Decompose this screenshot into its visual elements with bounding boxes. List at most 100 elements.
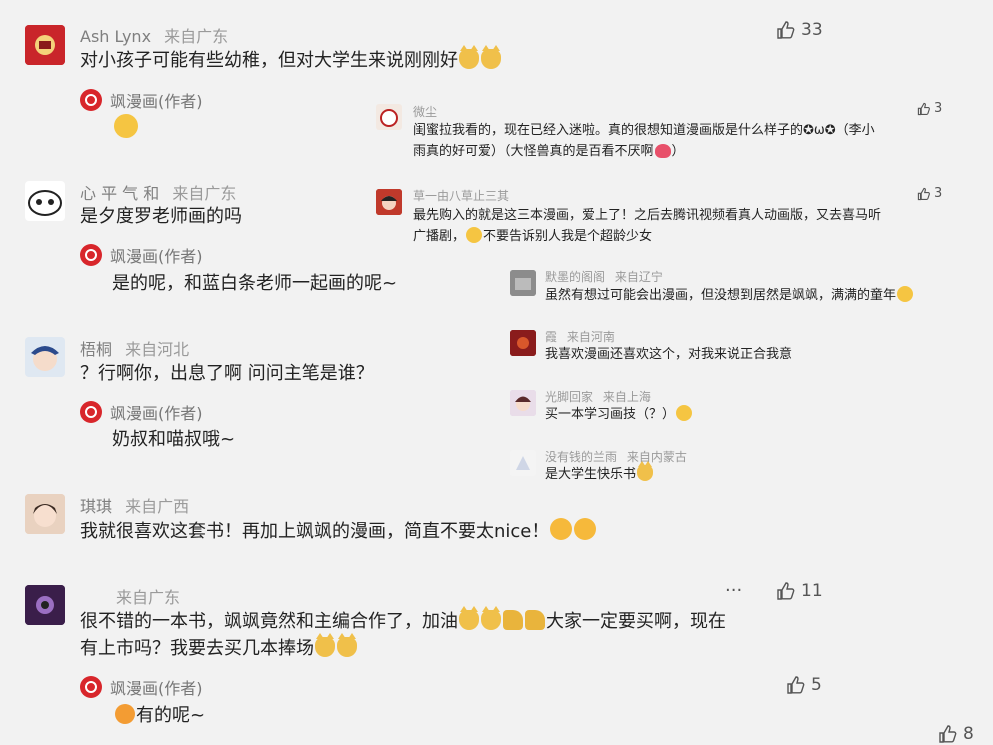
avatar[interactable] [376, 104, 402, 130]
user-nickname[interactable]: 琪琪 [80, 497, 112, 516]
user-location: 来自河南 [566, 330, 615, 344]
reply-text: 是的呢，和蓝白条老师一起画的呢~ [112, 273, 398, 294]
comment-text: 是夕度罗老师画的吗 [80, 206, 242, 227]
avatar-image [25, 25, 65, 65]
comment-author: 琪琪 来自广西 [80, 493, 189, 517]
cat-emoji-icon [459, 606, 479, 630]
side-comment-text: 是大学生快乐书 [545, 461, 654, 485]
scared-emoji-icon [550, 518, 573, 540]
avatar[interactable] [25, 25, 65, 65]
avatar-image [31, 346, 59, 371]
avatar-image [376, 189, 402, 215]
author-name[interactable]: 飒漫画(作者) [110, 400, 203, 424]
comment-author: 来自广东 [80, 584, 180, 608]
avatar-image [510, 330, 536, 356]
author-reply: 飒漫画(作者) [80, 88, 203, 112]
side-comment-author: 没有钱的兰雨 来自内蒙古 [545, 448, 687, 465]
user-nickname[interactable]: Ash Lynx [80, 27, 151, 46]
comment-author: Ash Lynx 来自广东 [80, 23, 228, 47]
avatar[interactable] [510, 390, 536, 416]
side-comment-text: 我喜欢漫画还喜欢这个，对我来说正合我意 [545, 347, 793, 362]
like-count: 33 [801, 20, 823, 40]
cat-emoji-icon [481, 606, 501, 630]
like-count: 3 [934, 101, 943, 116]
like-count: 5 [811, 675, 822, 695]
comment-text-line2: 有上市吗？我要去买几本捧场 [80, 633, 358, 662]
crying-laugh-emoji-icon [114, 114, 138, 138]
avatar-image [25, 585, 65, 625]
user-nickname[interactable]: 没有钱的兰雨 [545, 450, 617, 464]
dizzy-emoji-icon [676, 405, 693, 421]
cat-emoji-icon [637, 461, 654, 481]
avatar[interactable] [25, 494, 65, 534]
reply-text: 奶叔和喵叔哦~ [112, 429, 236, 450]
thumbs-up-emoji-icon [503, 610, 523, 630]
user-nickname[interactable]: 梧桐 [80, 340, 112, 359]
author-reply: 飒漫画(作者) [80, 400, 203, 424]
cat-emoji-icon [315, 633, 335, 657]
thumbs-up-icon [939, 725, 957, 743]
side-comment-author[interactable]: 草一由八草止三其 [413, 187, 509, 204]
avatar-image [376, 104, 402, 130]
avatar[interactable] [510, 450, 536, 476]
avatar-image [25, 494, 65, 534]
user-location: 来自内蒙古 [626, 450, 687, 464]
weibo-author-icon [80, 89, 102, 111]
like-button[interactable]: 8 [938, 724, 974, 744]
author-reply: 飒漫画(作者) [80, 675, 203, 699]
cat-emoji-icon [459, 45, 479, 69]
like-button[interactable]: 11 [776, 581, 823, 601]
side-comment-text: 虽然有想过可能会出漫画，但没想到居然是飒飒，满满的童年 [545, 285, 914, 306]
thumbs-up-icon [777, 21, 795, 39]
scared-emoji-icon [574, 518, 597, 540]
like-button[interactable]: 3 [917, 186, 942, 201]
weibo-author-icon [80, 401, 102, 423]
like-count: 3 [934, 186, 943, 201]
avatar[interactable] [25, 181, 65, 221]
user-location: 来自河北 [125, 340, 190, 359]
like-button[interactable]: 5 [786, 675, 822, 695]
user-location: 来自广西 [125, 497, 190, 516]
thumbs-up-emoji-icon [525, 610, 545, 630]
avatar-image [510, 270, 536, 296]
side-comment-author: 默墨的阁阁 来自辽宁 [545, 268, 663, 285]
like-count: 8 [963, 724, 974, 744]
user-nickname[interactable]: 心 平 气 和 [80, 184, 159, 203]
avatar[interactable] [510, 330, 536, 356]
reply-emoji [113, 114, 139, 139]
more-options-button[interactable]: ··· [725, 580, 742, 601]
side-comment-author[interactable]: 微尘 [413, 103, 437, 120]
author-reply: 飒漫画(作者) [80, 243, 203, 267]
avatar-image [28, 190, 62, 216]
like-button[interactable]: 33 [776, 20, 823, 40]
thumbs-up-icon [917, 187, 930, 200]
like-button[interactable]: 3 [917, 101, 942, 116]
author-name[interactable]: 飒漫画(作者) [110, 675, 203, 699]
thumbs-up-icon [917, 102, 930, 115]
avatar-image [510, 390, 536, 416]
user-location: 来自辽宁 [614, 270, 663, 284]
author-name[interactable]: 飒漫画(作者) [110, 88, 203, 112]
avatar-image [510, 450, 536, 476]
user-nickname[interactable]: 默墨的阁阁 [545, 270, 605, 284]
avatar[interactable] [25, 337, 65, 377]
user-location: 来自广东 [116, 588, 181, 607]
thumbs-up-icon [787, 676, 805, 694]
side-comment-text: 买一本学习画技（？） [545, 404, 693, 425]
author-name[interactable]: 飒漫画(作者) [110, 243, 203, 267]
weibo-author-icon [80, 676, 102, 698]
user-location: 来自广东 [164, 27, 229, 46]
user-nickname[interactable]: 霞 [545, 330, 557, 344]
blush-emoji-icon [897, 286, 914, 302]
like-count: 11 [801, 581, 823, 601]
side-comment-text: 最先购入的就是这三本漫画，爱上了！之后去腾讯视频看真人动画版，又去喜马听 广播剧… [413, 208, 882, 244]
avatar[interactable] [25, 585, 65, 625]
avatar[interactable] [510, 270, 536, 296]
comment-text: ？行啊你，出息了啊 问问主笔是谁？ [80, 363, 374, 384]
user-location: 来自上海 [602, 390, 651, 404]
user-nickname[interactable]: 光脚回家 [545, 390, 593, 404]
side-comment-author: 光脚回家 来自上海 [545, 388, 651, 405]
weibo-author-icon [80, 244, 102, 266]
avatar[interactable] [376, 189, 402, 215]
reply-text: 有的呢~ [114, 703, 205, 729]
